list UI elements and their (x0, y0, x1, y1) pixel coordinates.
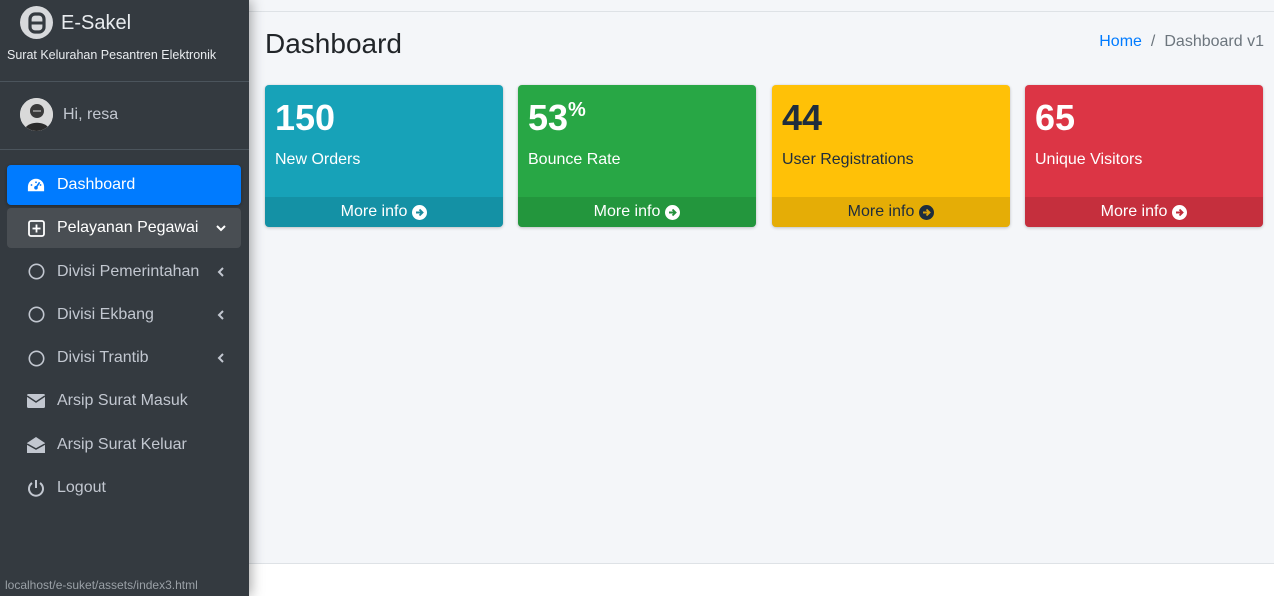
chevron-left-icon[interactable] (213, 350, 229, 366)
sidebar-item-label: Pelayanan Pegawai (57, 219, 199, 237)
status-bar-url: localhost/e-suket/assets/index3.html (5, 578, 198, 592)
sidebar-item-dashboard[interactable]: Dashboard (7, 165, 241, 205)
avatar[interactable] (20, 98, 53, 131)
user-greeting[interactable]: Hi, resa (63, 106, 118, 124)
small-box-value: 65 (1035, 97, 1076, 138)
breadcrumb-home-link[interactable]: Home (1099, 33, 1142, 50)
arrow-circle-right-icon (919, 204, 935, 220)
small-box-label: Unique Visitors (1035, 151, 1143, 168)
chevron-down-icon[interactable] (213, 220, 229, 236)
circle-icon (27, 306, 45, 324)
sidebar-item-arsip-surat-keluar[interactable]: Arsip Surat Keluar (7, 425, 241, 465)
breadcrumb: Home / Dashboard v1 (1099, 33, 1264, 51)
more-info-link[interactable]: More info (1025, 197, 1263, 227)
breadcrumb-separator: / (1150, 33, 1156, 50)
small-box-label: New Orders (275, 151, 361, 168)
tachometer-icon (27, 176, 45, 194)
sidebar-item-label: Divisi Ekbang (57, 305, 154, 323)
sidebar-item-label: Arsip Surat Keluar (57, 435, 187, 453)
navbar-divider (249, 11, 1274, 12)
chevron-left-icon[interactable] (213, 307, 229, 323)
small-box-unique-visitors: 65 Unique Visitors More info (1025, 85, 1263, 227)
user-panel: Hi, resa (0, 82, 249, 150)
arrow-circle-right-icon (1172, 204, 1188, 220)
sidebar-item-label: Dashboard (57, 176, 136, 193)
sidebar-item-divisi-ekbang[interactable]: Divisi Ekbang (7, 295, 241, 335)
more-info-link[interactable]: More info (265, 197, 503, 227)
envelope-icon (27, 392, 45, 410)
plus-square-icon (27, 219, 45, 237)
power-icon (27, 479, 45, 497)
envelope-open-icon (27, 436, 45, 454)
arrow-circle-right-icon (665, 204, 681, 220)
small-box-value: 150 (275, 97, 336, 138)
circle-icon (27, 349, 45, 367)
circle-icon (27, 263, 45, 281)
sidebar-item-arsip-surat-masuk[interactable]: Arsip Surat Masuk (7, 381, 241, 421)
sidebar-item-label: Logout (57, 479, 106, 497)
sidebar-item-divisi-trantib[interactable]: Divisi Trantib (7, 338, 241, 378)
sidebar-nav: Dashboard Pelayanan Pegawai Divisi Pemer… (7, 165, 241, 511)
sidebar-item-pelayanan-pegawai[interactable]: Pelayanan Pegawai (7, 208, 241, 249)
small-box-value: 53% (528, 97, 586, 138)
small-box-new-orders: 150 New Orders More info (265, 85, 503, 227)
sidebar-item-label: Divisi Pemerintahan (57, 262, 200, 280)
sidebar-item-logout[interactable]: Logout (7, 468, 241, 508)
page-title: Dashboard (265, 28, 402, 59)
small-box-value: 44 (782, 97, 823, 138)
chevron-left-icon[interactable] (213, 264, 229, 280)
breadcrumb-current: Dashboard v1 (1164, 33, 1264, 50)
sidebar-item-label: Arsip Surat Masuk (57, 392, 188, 410)
more-info-link[interactable]: More info (772, 197, 1010, 227)
small-box-user-registrations: 44 User Registrations More info (772, 85, 1010, 227)
small-box-label: Bounce Rate (528, 151, 621, 168)
arrow-circle-right-icon (412, 204, 428, 220)
brand[interactable]: E-Sakel Surat Kelurahan Pesantren Elektr… (0, 0, 249, 82)
sidebar-item-divisi-pemerintahan[interactable]: Divisi Pemerintahan (7, 252, 241, 292)
sidebar-item-label: Divisi Trantib (57, 349, 149, 367)
small-box-bounce-rate: 53% Bounce Rate More info (518, 85, 756, 227)
brand-logo-icon (20, 6, 53, 39)
brand-subtitle: Surat Kelurahan Pesantren Elektronik (7, 48, 217, 62)
more-info-link[interactable]: More info (518, 197, 756, 227)
small-box-label: User Registrations (782, 151, 914, 168)
brand-title: E-Sakel (61, 12, 132, 34)
main-footer (249, 564, 1274, 596)
sidebar: E-Sakel Surat Kelurahan Pesantren Elektr… (0, 0, 249, 596)
